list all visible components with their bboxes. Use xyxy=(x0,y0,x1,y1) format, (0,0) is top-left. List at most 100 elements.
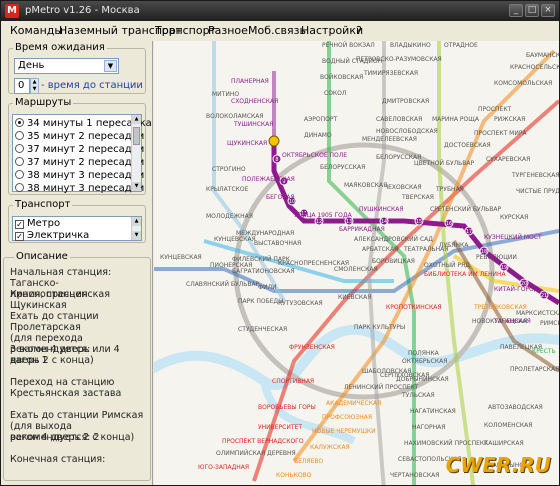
menu-settings[interactable]: Настройки xyxy=(301,24,363,37)
station-label: ТИМИРЯЗЕВСКАЯ xyxy=(363,70,418,77)
station-label: СТУДЕНЧЕСКАЯ xyxy=(238,326,287,333)
route-station-number: 8 xyxy=(275,157,278,163)
station-label: ОТРАДНОЕ xyxy=(444,42,478,49)
station-label: ВОЛОКОЛАМСКАЯ xyxy=(206,113,264,120)
description-line: вагон 4 дверь 2 с конца) xyxy=(10,432,135,443)
station-label: КУТУЗОВСКАЯ xyxy=(278,300,323,307)
close-button[interactable]: × xyxy=(541,4,555,17)
station-label: КУЗНЕЦКИЙ МОСТ xyxy=(484,234,542,241)
metro-map[interactable]: 789101112131415161718192021ПЛАНЕРНАЯСХОД… xyxy=(154,41,559,485)
station-label: КРЫЛАТСКОЕ xyxy=(206,186,249,193)
station-label: ЧЕХОВСКАЯ xyxy=(384,184,422,191)
route-station-number: 12 xyxy=(316,219,322,225)
menu-bar: Команды Наземный транспорт Транспорт Раз… xyxy=(1,21,559,41)
scroll-down-icon[interactable]: ▼ xyxy=(132,231,141,240)
station-label: МЕНДЕЛЕЕВСКАЯ xyxy=(362,136,417,143)
route-option[interactable]: 38 минут 3 пересадки xyxy=(15,182,144,195)
station-label: БАРРИКАДНАЯ xyxy=(339,226,385,233)
station-label: МОЛОДЕЖНАЯ xyxy=(206,213,253,220)
station-label: АЛЕКСАНДРОВСКИЙ САД xyxy=(354,236,433,243)
menu-transport[interactable]: Транспорт xyxy=(155,24,216,37)
station-label: ПУШКИНСКАЯ xyxy=(359,206,404,213)
route-option[interactable]: 35 минут 2 пересадки xyxy=(15,130,144,143)
sidebar: Время ожидания День ▼ 0 ▲ ▼ - время до ст… xyxy=(1,41,153,485)
station-label: ОЛИМПИЙСКАЯ ДЕРЕВНЯ xyxy=(216,450,296,457)
menu-misc[interactable]: Разное xyxy=(208,24,248,37)
station-label: ЛУБЯНКА xyxy=(439,242,469,249)
routes-scrollbar[interactable]: ▲ ▼ xyxy=(131,115,141,191)
station-label: БЕГОВАЯ xyxy=(266,194,295,201)
station-label: СПОРТИВНАЯ xyxy=(272,378,314,385)
route-option[interactable]: 37 минут 2 пересадки xyxy=(15,143,144,156)
station-label: КИТАЙ-ГОРОД xyxy=(494,286,539,293)
station-label: КРОПОТКИНСКАЯ xyxy=(386,304,441,311)
station-label: ТУРГЕНЕВСКАЯ xyxy=(511,172,559,179)
station-label: ТУЛЬСКАЯ xyxy=(401,392,435,399)
station-label: ПОЛЯНКА xyxy=(408,350,440,357)
minutes-field[interactable]: 0 xyxy=(14,78,30,94)
station-label: АКАДЕМИЧЕСКАЯ xyxy=(326,400,381,407)
station-label: КОНЬКОВО xyxy=(276,472,312,479)
transport-train-checkbox[interactable]: ✓ Электричка xyxy=(15,229,89,242)
station-label: ПАРК ПОБЕДЫ xyxy=(238,298,284,305)
station-label: ОКТЯБРЬСКОЕ ПОЛЕ xyxy=(282,152,347,159)
station-label: МАЯКОВСКАЯ xyxy=(344,182,387,189)
station-label: ПРОСПЕКТ ВЕРНАДСКОГО xyxy=(222,438,304,445)
title-bar[interactable]: M pMetro v1.26 - Москва _ □ × xyxy=(1,1,559,21)
route-option[interactable]: 37 минут 2 пересадки xyxy=(15,156,144,169)
station-label: СОКОЛ xyxy=(324,90,346,97)
station-label: АВТОЗАВОДСКАЯ xyxy=(488,404,543,411)
station-label: ЧЕРТАНОВСКАЯ xyxy=(390,472,439,479)
menu-commands[interactable]: Команды xyxy=(10,24,63,37)
station-label: ДМИТРОВСКАЯ xyxy=(382,98,429,105)
metro-map-canvas[interactable]: 789101112131415161718192021ПЛАНЕРНАЯСХОД… xyxy=(154,41,559,485)
route-station-number: 14 xyxy=(381,219,387,225)
station-label: ОКТЯБРЬСКАЯ xyxy=(402,358,447,365)
scroll-up-icon[interactable]: ▲ xyxy=(132,115,141,124)
transport-scrollbar[interactable]: ▲ ▼ xyxy=(131,217,141,240)
station-label: КАЛУЖСКАЯ xyxy=(310,444,350,451)
minutes-spinner[interactable]: ▲ ▼ xyxy=(30,78,39,94)
station-label: НОВОКУЗНЕЦКАЯ xyxy=(472,318,527,325)
station-label: БАУМАНСКАЯ xyxy=(526,52,559,59)
chevron-down-icon: ▼ xyxy=(104,60,117,72)
station-label: МЕЖДУНАРОДНАЯ xyxy=(236,230,294,237)
station-label: КАШИРСКАЯ xyxy=(484,440,524,447)
station-label: БЕЛОРУССКАЯ xyxy=(320,164,365,171)
transport-title: Транспорт xyxy=(13,199,73,210)
station-label: МАРИНА РОЩА xyxy=(432,116,480,123)
route-station-number: 17 xyxy=(466,229,472,235)
station-label: РИЖСКАЯ xyxy=(494,116,525,123)
scroll-down-icon[interactable]: ▼ xyxy=(132,182,141,191)
station-label: ДОСТОЕВСКАЯ xyxy=(444,142,491,149)
description-line: Ехать до станции xyxy=(10,311,99,322)
station-label: НАГОРНАЯ xyxy=(412,424,445,431)
day-mode-select[interactable]: День ▼ xyxy=(14,58,119,74)
menu-mobile[interactable]: Моб.связь xyxy=(248,24,306,37)
wait-time-group: Время ожидания День ▼ 0 ▲ ▼ - время до ст… xyxy=(8,42,146,94)
watermark-logo: CWER.RU xyxy=(445,453,551,477)
station-label: ТУШИНСКАЯ xyxy=(233,121,273,128)
scroll-up-icon[interactable]: ▲ xyxy=(132,217,141,226)
scroll-thumb[interactable] xyxy=(133,127,140,145)
minimize-button[interactable]: _ xyxy=(509,4,523,17)
station-label: ПЕТРОВСКО-РАЗУМОВСКАЯ xyxy=(356,56,442,63)
menu-help[interactable]: ? xyxy=(356,24,362,37)
station-label: МИТИНО xyxy=(212,91,239,98)
station-label: НАХИМОВСКИЙ ПРОСПЕКТ xyxy=(404,440,488,447)
maximize-button[interactable]: □ xyxy=(525,4,539,17)
station-label: ФИЛИ xyxy=(258,284,277,291)
route-station-number: 21 xyxy=(541,293,547,299)
station-label: ПАРК КУЛЬТУРЫ xyxy=(354,324,405,331)
station-label: ДИНАМО xyxy=(304,132,332,139)
route-station-number: 15 xyxy=(416,219,422,225)
station-label: ПРОСПЕКТ МИРА xyxy=(474,130,527,137)
radio-selected-icon xyxy=(15,118,24,127)
route-option[interactable]: 38 минут 3 пересадки xyxy=(15,169,144,182)
metro-logo-icon: M xyxy=(5,4,19,18)
time-to-station-link[interactable]: - время до станции xyxy=(41,80,143,91)
station-label: РЕЧНОЙ ВОКЗАЛ xyxy=(322,42,375,49)
station-label: КОЛОМЕНСКАЯ xyxy=(484,422,532,429)
description-line: линия, станция Щукинская xyxy=(10,289,88,311)
checkmark-icon: ✓ xyxy=(15,232,24,241)
